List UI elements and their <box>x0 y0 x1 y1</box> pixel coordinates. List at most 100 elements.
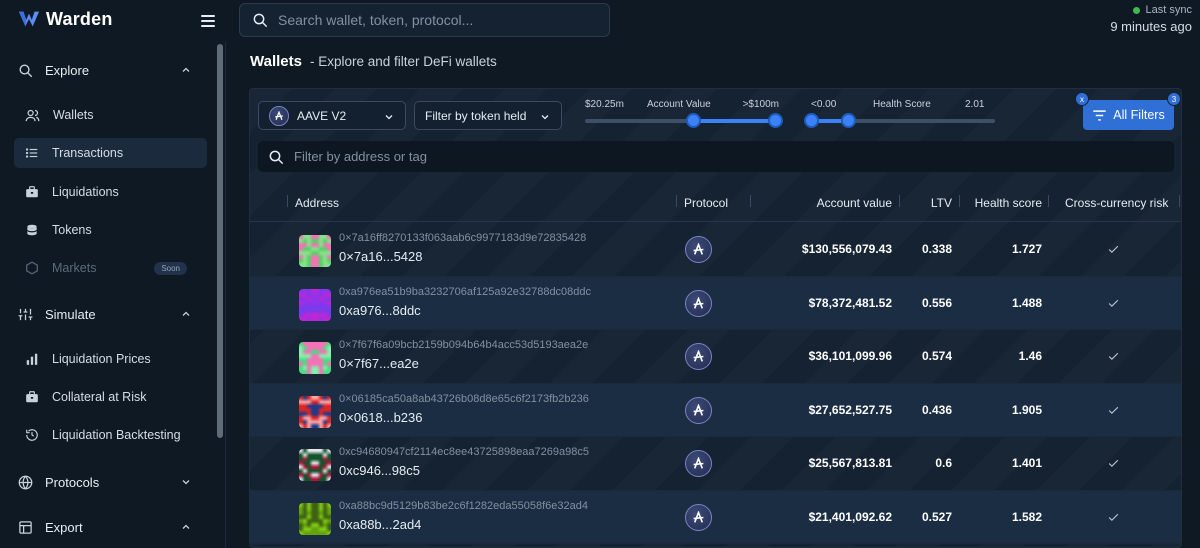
sync-time: 9 minutes ago <box>1110 19 1192 34</box>
wallet-avatar[interactable] <box>299 395 331 428</box>
table-row[interactable]: 0×06185ca50a8ab43726b08d8e65c6f2173fb2b2… <box>250 383 1181 437</box>
check-icon <box>1108 459 1119 468</box>
wallet-address-short[interactable]: 0xa976...8ddc <box>339 303 421 318</box>
sidebar-item-liquidations[interactable]: Liquidations <box>14 177 207 207</box>
account-value-slider[interactable]: $20.25m Account Value >$100m <box>585 99 783 128</box>
wallet-address-full[interactable]: 0xc94680947cf2114ec8ee43725898eaa7269a98… <box>339 446 589 458</box>
account-value-cell: $25,567,813.81 <box>808 456 892 470</box>
sidebar-item-tokens[interactable]: Tokens <box>14 215 207 245</box>
wallet-address-full[interactable]: 0xa976ea51b9ba3232706af125a92e32788dc08d… <box>339 286 591 298</box>
table-row[interactable]: 0×7f67f6a09bcb2159b094b64b4acc53d5193aea… <box>250 330 1181 384</box>
check-icon <box>1108 245 1119 254</box>
section-simulate[interactable]: Simulate <box>0 298 210 330</box>
account-value-cell: $21,401,092.62 <box>808 509 892 524</box>
sidebar-item-wallets[interactable]: Wallets <box>14 100 207 130</box>
page-header: Wallets - Explore and filter DeFi wallet… <box>250 53 497 70</box>
briefcase-icon <box>26 391 38 403</box>
ltv-cell: 0.436 <box>921 402 952 417</box>
sync-status-dot <box>1132 6 1140 14</box>
sidebar-item-label: Transactions <box>52 146 124 160</box>
aave-protocol-icon[interactable] <box>685 289 712 317</box>
sync-label: Last sync <box>1145 4 1192 16</box>
health-score-cell: 1.905 <box>1011 402 1042 417</box>
chevron-up-icon <box>182 67 190 72</box>
address-filter[interactable] <box>258 141 1174 172</box>
menu-toggle-icon[interactable] <box>201 12 219 28</box>
token-filter-select[interactable]: Filter by token held <box>414 101 562 130</box>
aave-protocol-icon[interactable] <box>685 343 712 370</box>
wallet-address-full[interactable]: 0×7a16ff8270133f063aab6c9977183d9e728354… <box>339 232 586 244</box>
wallet-avatar[interactable] <box>299 288 331 321</box>
sliders-icon <box>18 308 33 320</box>
aave-protocol-icon[interactable] <box>685 236 712 263</box>
column-header-protocol[interactable]: Protocol <box>684 196 728 210</box>
wallet-address-full[interactable]: 0×7f67f6a09bcb2159b094b64b4acc53d5193aea… <box>339 339 588 351</box>
health-score-min: <0.00 <box>811 99 837 110</box>
wallet-avatar[interactable] <box>299 449 331 481</box>
address-filter-input[interactable] <box>294 149 1154 164</box>
account-value-max-handle[interactable] <box>768 113 783 128</box>
all-filters-button[interactable]: All Filters <box>1083 100 1174 130</box>
clear-filters-badge[interactable]: x <box>1075 92 1089 106</box>
section-explore[interactable]: Explore <box>0 54 210 86</box>
check-icon <box>1108 352 1119 361</box>
table-row[interactable]: 0xa976ea51b9ba3232706af125a92e32788dc08d… <box>250 276 1181 330</box>
ltv-cell: 0.556 <box>921 295 952 310</box>
health-score-cell: 1.401 <box>1011 456 1042 470</box>
sidebar-item-liquidation-backtesting[interactable]: Liquidation Backtesting <box>14 420 207 450</box>
health-score-cell: 1.582 <box>1011 509 1042 524</box>
sidebar-item-label: Liquidation Backtesting <box>52 428 181 442</box>
health-score-track[interactable] <box>804 113 995 128</box>
aave-protocol-icon[interactable] <box>685 450 712 477</box>
column-header-ltv[interactable]: LTV <box>931 196 952 210</box>
wallet-address-short[interactable]: 0×0618...b236 <box>339 410 423 425</box>
account-value-min-handle[interactable] <box>686 113 702 128</box>
health-score-max-handle[interactable] <box>840 113 856 128</box>
health-score-min-handle[interactable] <box>804 113 819 128</box>
health-score-cell: 1.488 <box>1011 295 1042 310</box>
column-header-account-value[interactable]: Account value <box>817 196 892 210</box>
column-header-address[interactable]: Address <box>295 196 339 210</box>
table-row[interactable]: 0xa88bc9d5129b83be2c6f1282eda55058f6e32a… <box>250 490 1181 544</box>
ltv-cell: 0.527 <box>921 509 952 524</box>
hexagon-icon <box>26 261 38 275</box>
account-value-cell: $36,101,099.96 <box>808 349 892 363</box>
wallet-address-short[interactable]: 0xa88b...2ad4 <box>339 517 421 532</box>
app-name: Warden <box>46 8 113 29</box>
wallet-address-short[interactable]: 0×7a16...5428 <box>339 249 423 264</box>
table-header: Address Protocol Account value LTV Healt… <box>250 185 1181 222</box>
app-logo[interactable]: Warden <box>18 8 113 30</box>
sidebar-item-label: Markets <box>52 261 97 275</box>
sync-status: Last sync 9 minutes ago <box>1110 4 1192 34</box>
sidebar-item-markets: Markets Soon <box>14 253 207 283</box>
health-score-slider[interactable]: <0.00 Health Score 2.01 <box>804 99 995 128</box>
sidebar-item-collateral-at-risk[interactable]: Collateral at Risk <box>14 382 207 412</box>
globe-icon <box>18 475 33 490</box>
wallet-avatar[interactable] <box>299 342 331 374</box>
wallet-address-short[interactable]: 0xc946...98c5 <box>339 463 420 478</box>
table-row[interactable]: 0×7a16ff8270133f063aab6c9977183d9e728354… <box>250 223 1181 277</box>
sidebar-item-transactions[interactable]: Transactions <box>14 138 207 168</box>
section-protocols[interactable]: Protocols <box>0 466 210 498</box>
wallet-address-short[interactable]: 0×7f67...ea2e <box>339 356 419 371</box>
wallet-address-full[interactable]: 0xa88bc9d5129b83be2c6f1282eda55058f6e32a… <box>339 500 588 512</box>
wallet-avatar[interactable] <box>299 502 331 535</box>
sidebar-item-liquidation-prices[interactable]: Liquidation Prices <box>14 344 207 374</box>
global-search-input[interactable] <box>278 12 598 28</box>
account-value-track[interactable] <box>585 113 783 128</box>
aave-protocol-icon[interactable] <box>685 396 712 424</box>
health-score-cell: 1.727 <box>1011 242 1042 256</box>
table-row[interactable]: 0xc94680947cf2114ec8ee43725898eaa7269a98… <box>250 437 1181 491</box>
check-icon <box>1108 299 1119 307</box>
section-export[interactable]: Export <box>0 511 210 543</box>
column-header-cross-currency-risk[interactable]: Cross-currency risk <box>1065 196 1168 210</box>
account-value-cell: $27,652,527.75 <box>808 402 892 417</box>
ltv-cell: 0.574 <box>921 349 952 363</box>
wallet-address-full[interactable]: 0×06185ca50a8ab43726b08d8e65c6f2173fb2b2… <box>339 393 589 405</box>
column-header-health-score[interactable]: Health score <box>975 196 1042 210</box>
aave-protocol-icon[interactable] <box>685 503 712 531</box>
wallet-avatar[interactable] <box>299 235 331 267</box>
global-search[interactable] <box>239 3 610 37</box>
sidebar-scrollbar-thumb[interactable] <box>217 44 223 438</box>
protocol-select[interactable]: AAVE V2 <box>258 101 406 130</box>
